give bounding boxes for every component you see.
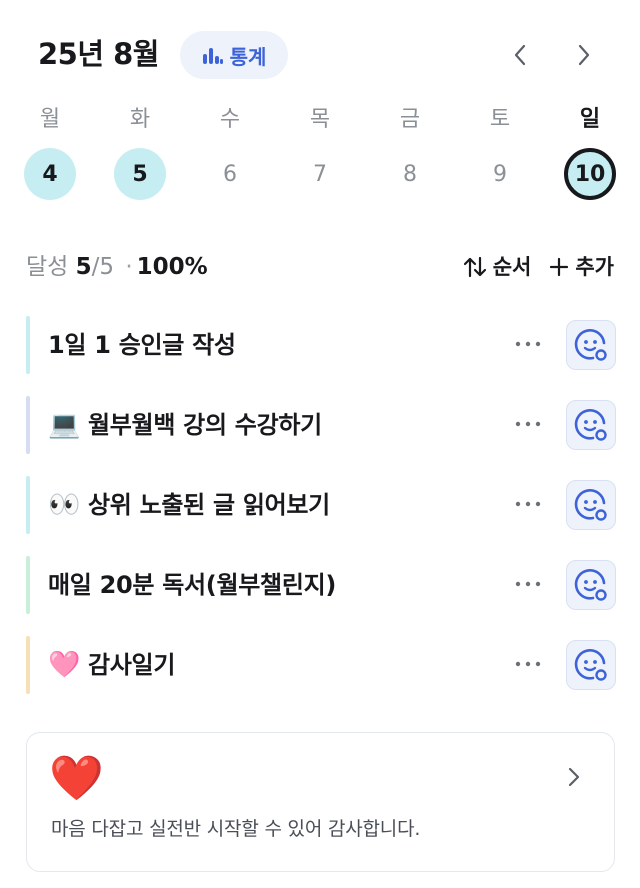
more-dots-icon	[515, 661, 541, 667]
date-cell[interactable]: 9	[474, 148, 526, 200]
task-color-bar	[26, 476, 30, 534]
more-button[interactable]	[512, 648, 544, 680]
weekday-label: 토	[489, 107, 511, 132]
task-item[interactable]: 1일 1 승인글 작성	[26, 316, 616, 374]
heart-emoji-icon: ❤️	[49, 753, 104, 804]
more-button[interactable]	[512, 328, 544, 360]
pink-heart-emoji-icon: 🩷	[48, 650, 81, 680]
achievement-percent: 100%	[136, 254, 208, 280]
task-color-bar	[26, 636, 30, 694]
task-item[interactable]: 👀 상위 노출된 글 읽어보기	[26, 476, 616, 534]
weekday-label: 목	[309, 107, 331, 132]
chevron-right-icon	[578, 44, 590, 66]
task-color-bar	[26, 316, 30, 374]
task-title: 월부월백 강의 수강하기	[88, 411, 322, 439]
gratitude-text: 마음 다잡고 실전반 시작할 수 있어 감사합니다.	[51, 818, 421, 840]
add-reaction-icon	[574, 409, 607, 441]
achievement-total: /5	[91, 254, 115, 280]
task-item[interactable]: 💻 월부월백 강의 수강하기	[26, 396, 616, 454]
stats-label: 통계	[229, 44, 267, 69]
add-reaction-icon	[574, 489, 607, 521]
weekday-label: 수	[219, 107, 241, 132]
date-row: 4 5 6 7 8 9 10	[0, 148, 640, 202]
date-cell[interactable]: 5	[114, 148, 166, 200]
task-title: 감사일기	[88, 651, 176, 679]
reaction-button[interactable]	[566, 400, 616, 450]
add-reaction-icon	[574, 329, 607, 361]
header: 25년 8월 통계	[0, 0, 640, 110]
weekday-label: 월	[39, 107, 61, 132]
date-cell[interactable]: 8	[384, 148, 436, 200]
weekday-label: 금	[399, 107, 421, 132]
achievement-completed: 5	[75, 254, 92, 280]
achievement-summary: 달성 5/5 · 100%	[26, 250, 208, 284]
reaction-button[interactable]	[566, 320, 616, 370]
sort-icon	[463, 256, 486, 278]
sort-button[interactable]: 순서	[463, 250, 532, 284]
add-label: 추가	[575, 255, 614, 279]
add-reaction-icon	[574, 649, 607, 681]
open-gratitude-button[interactable]	[560, 763, 588, 791]
date-cell[interactable]: 7	[294, 148, 346, 200]
more-button[interactable]	[512, 408, 544, 440]
add-reaction-icon	[574, 569, 607, 601]
task-color-bar	[26, 556, 30, 614]
laptop-emoji-icon: 💻	[48, 410, 81, 440]
prev-week-button[interactable]	[504, 39, 536, 71]
weekday-label: 화	[129, 107, 151, 132]
date-cell-today[interactable]: 10	[564, 148, 616, 200]
bar-chart-icon	[202, 45, 224, 65]
task-item[interactable]: 매일 20분 독서(월부챌린지)	[26, 556, 616, 614]
more-button[interactable]	[512, 488, 544, 520]
task-title: 1일 1 승인글 작성	[48, 331, 236, 359]
stats-button[interactable]: 통계	[180, 31, 288, 79]
sort-label: 순서	[492, 255, 532, 279]
more-dots-icon	[515, 421, 541, 427]
task-title: 상위 노출된 글 읽어보기	[88, 491, 330, 519]
more-dots-icon	[515, 341, 541, 347]
reaction-button[interactable]	[566, 560, 616, 610]
gratitude-card[interactable]: ❤️ 마음 다잡고 실전반 시작할 수 있어 감사합니다.	[26, 732, 615, 872]
more-dots-icon	[515, 581, 541, 587]
task-title: 매일 20분 독서(월부챌린지)	[48, 571, 337, 599]
month-title[interactable]: 25년 8월	[38, 35, 160, 73]
weekday-row: 월 화 수 목 금 토 일	[0, 104, 640, 144]
date-cell[interactable]: 6	[204, 148, 256, 200]
more-button[interactable]	[512, 568, 544, 600]
plus-icon	[550, 257, 569, 277]
chevron-left-icon	[514, 44, 526, 66]
eyes-emoji-icon: 👀	[48, 490, 81, 520]
chevron-right-icon	[568, 767, 580, 787]
task-color-bar	[26, 396, 30, 454]
weekday-label-today: 일	[579, 107, 601, 132]
task-item[interactable]: 🩷 감사일기	[26, 636, 616, 694]
next-week-button[interactable]	[568, 39, 600, 71]
list-actions: 순서 추가	[463, 250, 614, 284]
achievement-label: 달성	[26, 254, 69, 280]
date-cell[interactable]: 4	[24, 148, 76, 200]
reaction-button[interactable]	[566, 640, 616, 690]
reaction-button[interactable]	[566, 480, 616, 530]
more-dots-icon	[515, 501, 541, 507]
summary-separator: ·	[125, 254, 133, 280]
add-button[interactable]: 추가	[549, 250, 614, 284]
